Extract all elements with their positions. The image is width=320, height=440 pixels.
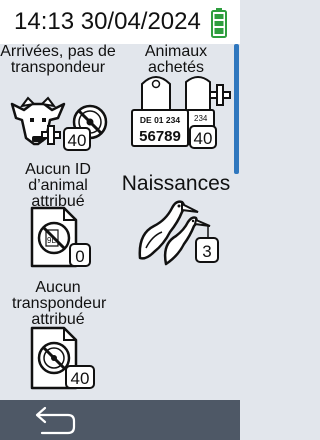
- ear-tag-plus-icon: 234 DE 01 234 56789 40: [131, 76, 231, 149]
- stork-icon: 3: [138, 200, 219, 266]
- menu-grid: Arrivées, pas de transpondeur 40 Animaux…: [0, 44, 240, 400]
- tile-purchased-animals[interactable]: Animaux achetés 234 DE 01 234 56789 40: [118, 44, 234, 154]
- tile-label: Arrivées, pas de transpondeur: [0, 44, 116, 76]
- ear-tag-number: 56789: [139, 128, 181, 145]
- ear-tag-country-code: DE 01 234: [140, 115, 180, 125]
- cattle-no-transponder-icon: 40: [10, 96, 108, 151]
- tile-label: Aucun ID d’animal attribué: [25, 161, 91, 210]
- bottom-bar: [0, 400, 240, 440]
- tile-count: 40: [68, 131, 87, 150]
- tile-count: 40: [71, 369, 90, 388]
- tile-count: 40: [194, 129, 213, 148]
- tile-count: 3: [202, 242, 211, 261]
- scroll-indicator[interactable]: [234, 44, 239, 174]
- tile-count: 0: [75, 247, 84, 266]
- tile-label: Aucun transpondeur attribué: [12, 279, 107, 328]
- tile-no-transponder[interactable]: Aucun transpondeur attribué 40: [0, 280, 116, 396]
- document-no-transponder-icon: 40: [30, 326, 95, 390]
- tile-births[interactable]: Naissances 3: [118, 162, 234, 274]
- status-bar: 14:13 30/04/2024: [0, 0, 240, 44]
- back-arrow-icon: [35, 406, 76, 435]
- tile-arrivals-no-transponder[interactable]: Arrivées, pas de transpondeur 40: [0, 44, 116, 154]
- battery-full-icon: [211, 8, 227, 38]
- document-no-id-icon: 9L 0: [30, 206, 91, 268]
- tile-no-animal-id[interactable]: Aucun ID d’animal attribué 9L 0: [0, 162, 116, 274]
- ear-tag-small-number: 234: [194, 114, 208, 123]
- status-time: 14:13 30/04/2024: [14, 8, 201, 35]
- back-button[interactable]: [30, 403, 78, 437]
- tile-label: Naissances: [121, 172, 231, 195]
